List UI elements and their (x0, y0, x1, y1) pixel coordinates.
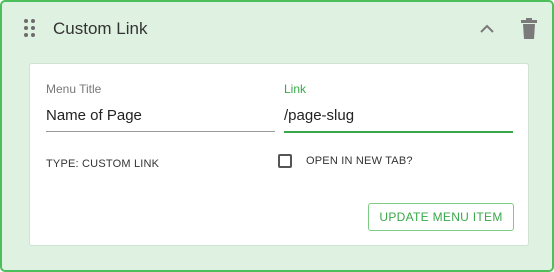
type-label: TYPE: CUSTOM LINK (46, 158, 160, 170)
menu-title-underline (46, 131, 275, 132)
menu-item-form: Menu Title Link TYPE: CUSTOM LINK OPEN I… (29, 63, 529, 246)
menu-title-field: Menu Title (46, 82, 275, 132)
link-input[interactable] (284, 104, 513, 126)
drag-handle-icon[interactable] (23, 18, 37, 38)
menu-title-label: Menu Title (46, 82, 102, 96)
open-in-new-tab-checkbox[interactable] (278, 154, 292, 168)
menu-title-input[interactable] (46, 104, 275, 126)
link-field: Link (284, 82, 513, 133)
link-label: Link (284, 82, 307, 96)
trash-icon[interactable] (518, 17, 540, 41)
open-in-new-tab-option[interactable]: OPEN IN NEW TAB? (278, 154, 413, 168)
chevron-up-icon[interactable] (476, 18, 498, 40)
menu-item-title: Custom Link (53, 19, 148, 38)
menu-item-panel: Custom Link Menu Title Link TYPE: CUSTOM… (0, 0, 554, 272)
link-underline (284, 131, 513, 133)
update-menu-item-button[interactable]: UPDATE MENU ITEM (368, 203, 514, 231)
open-in-new-tab-label: OPEN IN NEW TAB? (306, 155, 413, 167)
